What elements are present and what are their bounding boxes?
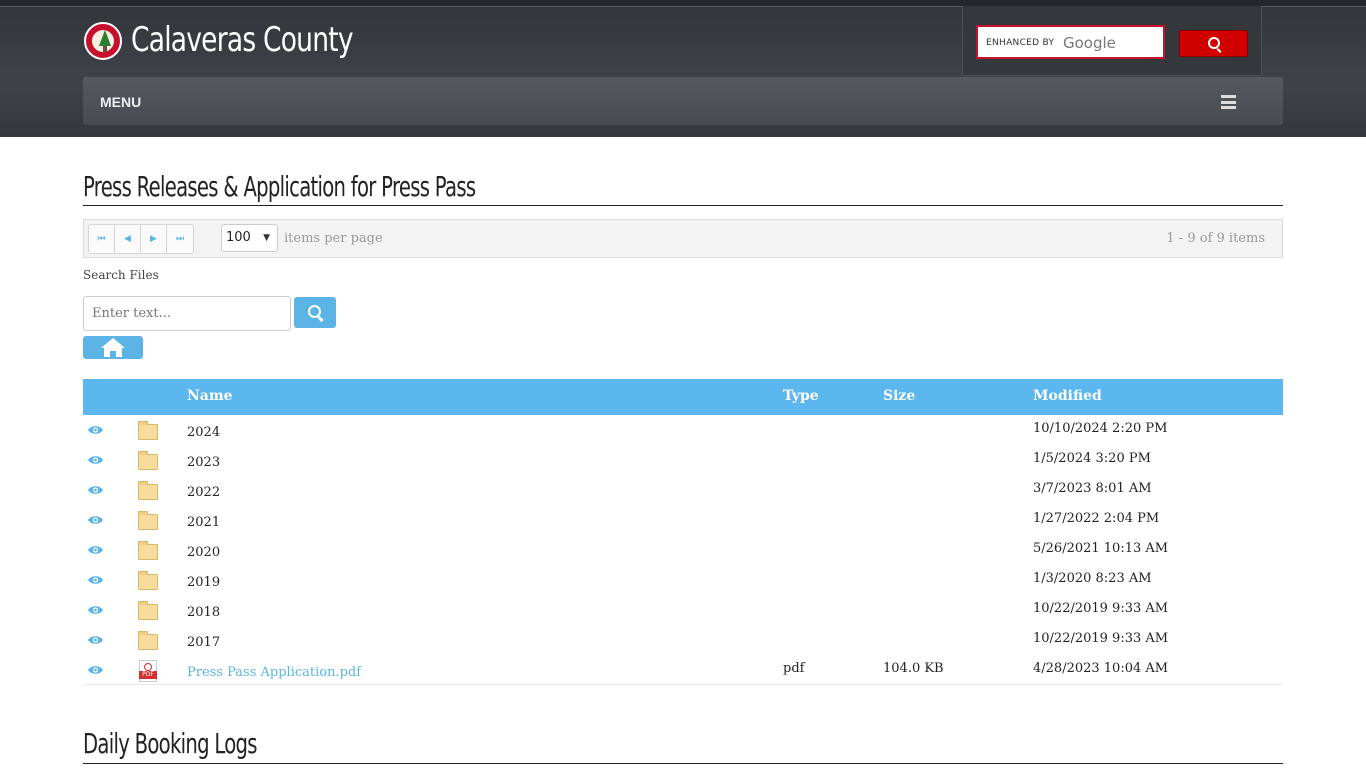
- eye-icon[interactable]: [87, 634, 104, 646]
- file-name[interactable]: 2019: [187, 575, 220, 590]
- folder-icon: [138, 631, 158, 650]
- file-grid-header: Name Type Size Modified: [83, 379, 1283, 415]
- column-header-name[interactable]: Name: [187, 388, 233, 404]
- file-modified: 5/26/2021 10:13 AM: [1033, 541, 1169, 556]
- grid-bottom-border: [83, 684, 1283, 685]
- table-row[interactable]: 2017 10/22/2019 9:33 AM: [83, 628, 1283, 658]
- pager-info: 1 - 9 of 9 items: [1166, 231, 1265, 246]
- search-icon: [1208, 37, 1220, 49]
- site-search-input[interactable]: ENHANCED BY Google: [976, 25, 1165, 59]
- home-button[interactable]: [83, 336, 143, 359]
- folder-icon: [138, 601, 158, 620]
- section-rule: [83, 763, 1283, 764]
- file-name[interactable]: 2018: [187, 605, 220, 620]
- eye-icon[interactable]: [87, 424, 104, 436]
- pdf-file-icon: PDF: [139, 660, 157, 682]
- menu-label[interactable]: MENU: [100, 94, 141, 110]
- section-rule: [83, 205, 1283, 206]
- google-wordmark: Google: [1063, 34, 1116, 52]
- pager-buttons: ⏮ ◀ ▶ ⏭: [88, 224, 194, 254]
- eye-icon[interactable]: [87, 664, 104, 676]
- column-header-size[interactable]: Size: [883, 388, 915, 404]
- section-title-daily-booking-logs: Daily Booking Logs: [83, 727, 257, 760]
- previous-page-icon[interactable]: ◀: [115, 225, 141, 253]
- table-row[interactable]: 2019 1/3/2020 8:23 AM: [83, 568, 1283, 598]
- table-row[interactable]: 2023 1/5/2024 3:20 PM: [83, 448, 1283, 478]
- file-name[interactable]: 2024: [187, 425, 220, 440]
- file-name[interactable]: 2020: [187, 545, 220, 560]
- grid-pager: ⏮ ◀ ▶ ⏭ 100 ▼ items per page 1 - 9 of 9 …: [83, 219, 1283, 258]
- search-files-button[interactable]: [294, 297, 336, 328]
- pdf-icon-label: PDF: [139, 671, 157, 679]
- enhanced-by-label: ENHANCED BY: [986, 38, 1055, 48]
- search-files-input[interactable]: [83, 296, 291, 331]
- page-size-select[interactable]: 100 ▼: [221, 224, 278, 252]
- folder-icon: [138, 541, 158, 560]
- eye-icon[interactable]: [87, 514, 104, 526]
- eye-icon[interactable]: [87, 574, 104, 586]
- table-row[interactable]: 2018 10/22/2019 9:33 AM: [83, 598, 1283, 628]
- table-row[interactable]: 2024 10/10/2024 2:20 PM: [83, 418, 1283, 448]
- file-modified: 10/22/2019 9:33 AM: [1033, 601, 1169, 616]
- eye-icon[interactable]: [87, 484, 104, 496]
- table-row[interactable]: 2021 1/27/2022 2:04 PM: [83, 508, 1283, 538]
- file-name[interactable]: 2021: [187, 515, 220, 530]
- folder-icon: [138, 511, 158, 530]
- file-name[interactable]: 2023: [187, 455, 220, 470]
- folder-icon: [138, 451, 158, 470]
- first-page-icon[interactable]: ⏮: [89, 225, 115, 253]
- hamburger-icon[interactable]: [1221, 95, 1236, 109]
- next-page-icon[interactable]: ▶: [141, 225, 167, 253]
- items-per-page-label: items per page: [284, 231, 383, 246]
- file-size: 104.0 KB: [883, 661, 944, 676]
- page-size-value: 100: [226, 230, 251, 245]
- file-modified: 10/10/2024 2:20 PM: [1033, 421, 1168, 436]
- file-modified: 1/5/2024 3:20 PM: [1033, 451, 1151, 466]
- file-modified: 1/3/2020 8:23 AM: [1033, 571, 1152, 586]
- folder-icon: [138, 571, 158, 590]
- table-row[interactable]: 2022 3/7/2023 8:01 AM: [83, 478, 1283, 508]
- county-seal-icon[interactable]: [84, 22, 122, 60]
- file-modified: 3/7/2023 8:01 AM: [1033, 481, 1152, 496]
- eye-icon[interactable]: [87, 604, 104, 616]
- site-search-button[interactable]: [1179, 30, 1248, 57]
- folder-icon: [138, 481, 158, 500]
- column-header-modified[interactable]: Modified: [1033, 388, 1102, 404]
- file-name-link[interactable]: Press Pass Application.pdf: [187, 665, 361, 680]
- file-name[interactable]: 2022: [187, 485, 220, 500]
- eye-icon[interactable]: [87, 454, 104, 466]
- search-files-label: Search Files: [83, 268, 159, 282]
- chevron-down-icon: ▼: [263, 233, 270, 243]
- file-modified: 4/28/2023 10:04 AM: [1033, 661, 1169, 676]
- site-title[interactable]: Calaveras County: [131, 18, 354, 62]
- search-icon: [308, 305, 321, 318]
- table-row[interactable]: 2020 5/26/2021 10:13 AM: [83, 538, 1283, 568]
- last-page-icon[interactable]: ⏭: [167, 225, 193, 253]
- main-menu-bar[interactable]: MENU: [83, 77, 1283, 125]
- eye-icon[interactable]: [87, 544, 104, 556]
- file-modified: 10/22/2019 9:33 AM: [1033, 631, 1169, 646]
- column-header-type[interactable]: Type: [783, 388, 819, 404]
- file-name[interactable]: 2017: [187, 635, 220, 650]
- file-type: pdf: [783, 661, 805, 676]
- file-modified: 1/27/2022 2:04 PM: [1033, 511, 1160, 526]
- home-icon: [101, 338, 125, 357]
- section-title-press-releases: Press Releases & Application for Press P…: [83, 170, 476, 203]
- folder-icon: [138, 421, 158, 440]
